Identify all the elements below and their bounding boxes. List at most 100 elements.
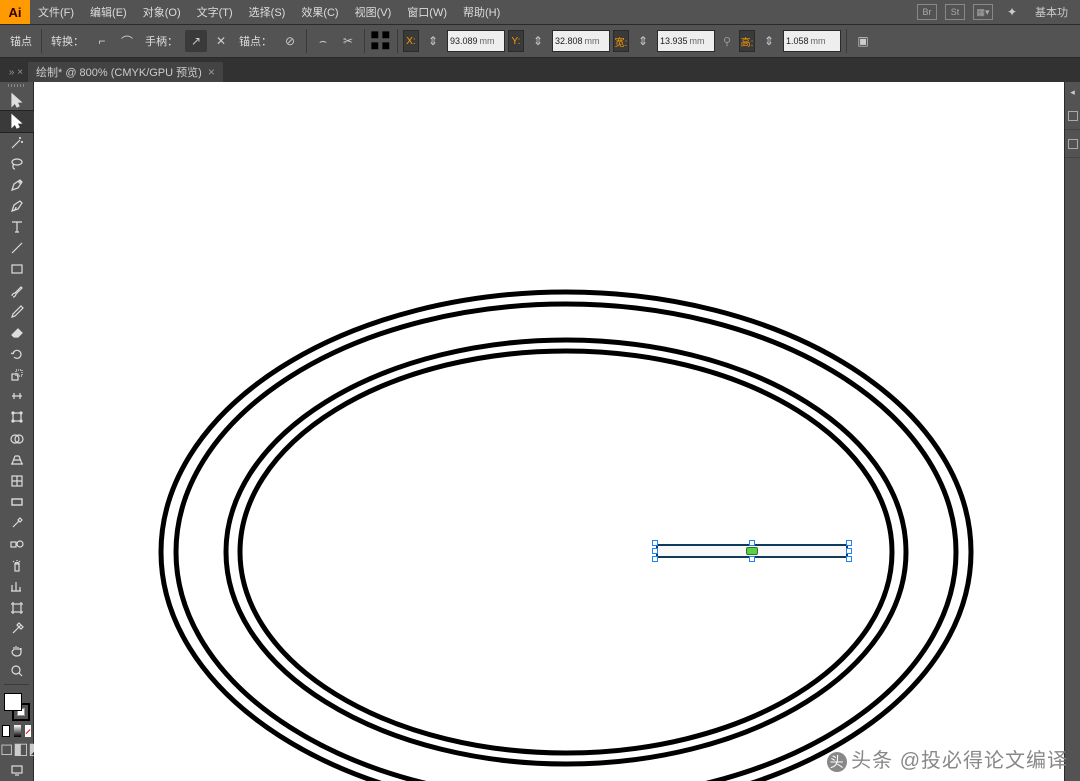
paintbrush-tool[interactable] (0, 280, 34, 301)
y-label: Y: (508, 30, 524, 52)
mesh-tool[interactable] (0, 470, 34, 491)
fill-swatch[interactable] (4, 693, 22, 711)
pencil-tool[interactable] (0, 301, 34, 322)
direct-selection-tool[interactable] (0, 111, 34, 132)
y-input[interactable]: 32.808mm (552, 30, 610, 52)
menu-view[interactable]: 视图(V) (347, 4, 400, 20)
convert-smooth-icon[interactable]: ⌒ (116, 30, 138, 52)
tab-title: 绘制* @ 800% (CMYK/GPU 预览) (36, 64, 202, 80)
anchor-mini-label: 锚点： (235, 33, 276, 49)
rectangle-tool[interactable] (0, 259, 34, 280)
draw-normal-icon[interactable]: ◻ (0, 739, 13, 760)
hide-handle-icon[interactable]: ✕ (210, 30, 232, 52)
remove-anchor-icon[interactable]: ⊘ (279, 30, 301, 52)
menu-window[interactable]: 窗口(W) (399, 4, 455, 20)
menu-bar: Ai 文件(F) 编辑(E) 对象(O) 文字(T) 选择(S) 效果(C) 视… (0, 0, 1080, 24)
menu-edit[interactable]: 编辑(E) (82, 4, 135, 20)
fill-stroke-swatch[interactable] (0, 691, 34, 724)
bridge-icon[interactable]: Br (917, 4, 937, 20)
handle-b[interactable] (749, 556, 755, 562)
free-transform-tool[interactable] (0, 407, 34, 428)
w-stepper[interactable]: ⇕ (632, 30, 654, 52)
dock-panel-1[interactable] (1065, 102, 1080, 130)
shape-builder-tool[interactable] (0, 428, 34, 449)
none-mode-icon[interactable] (25, 725, 31, 736)
pen-tool[interactable] (0, 174, 34, 195)
handle-tr[interactable] (846, 540, 852, 546)
h-input[interactable]: 1.058mm (783, 30, 841, 52)
width-tool[interactable] (0, 386, 34, 407)
handle-r[interactable] (846, 548, 852, 554)
cut-path-icon[interactable]: ✂ (337, 30, 359, 52)
dock-expand-icon[interactable] (1065, 82, 1080, 102)
isolate-icon[interactable]: ▣ (852, 30, 874, 52)
right-panel-dock[interactable] (1064, 82, 1080, 781)
symbol-sprayer-tool[interactable] (0, 555, 34, 576)
watermark: 头头条 @投必得论文编译 (827, 744, 1068, 773)
selection-center-icon[interactable] (746, 547, 758, 555)
menu-select[interactable]: 选择(S) (241, 4, 294, 20)
gradient-tool[interactable] (0, 491, 34, 512)
menu-file[interactable]: 文件(F) (30, 4, 82, 20)
eraser-tool[interactable] (0, 322, 34, 343)
anchor-point-label: 锚点 (6, 33, 36, 49)
handle-label: 手柄： (141, 33, 182, 49)
magic-wand-tool[interactable] (0, 132, 34, 153)
handle-br[interactable] (846, 556, 852, 562)
artboard-tool[interactable] (0, 597, 34, 618)
menu-object[interactable]: 对象(O) (135, 4, 189, 20)
curvature-tool[interactable] (0, 195, 34, 216)
type-tool[interactable] (0, 217, 34, 238)
tools-panel: ◻ ◧ ◩ (0, 82, 34, 781)
screen-mode-icon[interactable] (0, 760, 34, 781)
zoom-tool[interactable] (0, 660, 34, 681)
arrange-icon[interactable]: ▦▾ (973, 4, 993, 20)
menu-effect[interactable]: 效果(C) (293, 4, 346, 20)
menu-type[interactable]: 文字(T) (189, 4, 241, 20)
handle-bl[interactable] (652, 556, 658, 562)
selection-tool[interactable] (0, 90, 34, 111)
perspective-grid-tool[interactable] (0, 449, 34, 470)
draw-behind-icon[interactable]: ◧ (13, 739, 28, 760)
slice-tool[interactable] (0, 618, 34, 639)
workspace-switcher[interactable]: 基本功 (1031, 4, 1072, 20)
tab-cycle-icon[interactable]: » × (4, 62, 28, 82)
x-input[interactable]: 93.089mm (447, 30, 505, 52)
line-tool[interactable] (0, 238, 34, 259)
lasso-tool[interactable] (0, 153, 34, 174)
toolbar-grip[interactable] (0, 82, 33, 90)
w-label: 宽: (613, 30, 629, 52)
column-graph-tool[interactable] (0, 576, 34, 597)
handle-t[interactable] (749, 540, 755, 546)
gradient-mode-icon[interactable] (14, 725, 20, 736)
eyedropper-tool[interactable] (0, 513, 34, 534)
control-bar: 锚点 转换： ⌐ ⌒ 手柄： ↗ ✕ 锚点： ⊘ ⌢ ✂ X: ⇕ 93.089… (0, 24, 1080, 58)
menu-help[interactable]: 帮助(H) (455, 4, 508, 20)
convert-label: 转换： (47, 33, 88, 49)
link-wh-icon[interactable]: ⚲ (718, 30, 736, 52)
color-mode-icon[interactable] (2, 725, 10, 736)
rotate-tool[interactable] (0, 343, 34, 364)
selected-object[interactable] (656, 544, 848, 558)
y-stepper[interactable]: ⇕ (527, 30, 549, 52)
canvas[interactable] (34, 82, 1064, 781)
dock-panel-2[interactable] (1065, 130, 1080, 158)
handle-l[interactable] (652, 548, 658, 554)
document-tab-bar: » × 绘制* @ 800% (CMYK/GPU 预览) × (0, 58, 1080, 82)
gpu-icon[interactable]: ✦ (1001, 1, 1023, 23)
h-stepper[interactable]: ⇕ (758, 30, 780, 52)
align-grid-icon[interactable] (370, 30, 392, 52)
close-tab-icon[interactable]: × (208, 65, 215, 79)
handle-tl[interactable] (652, 540, 658, 546)
w-input[interactable]: 13.935mm (657, 30, 715, 52)
hand-tool[interactable] (0, 639, 34, 660)
convert-corner-icon[interactable]: ⌐ (91, 30, 113, 52)
stock-icon[interactable]: St (945, 4, 965, 20)
x-stepper[interactable]: ⇕ (422, 30, 444, 52)
scale-tool[interactable] (0, 365, 34, 386)
h-label: 高: (739, 30, 755, 52)
connect-path-icon[interactable]: ⌢ (312, 30, 334, 52)
show-handle-icon[interactable]: ↗ (185, 30, 207, 52)
blend-tool[interactable] (0, 534, 34, 555)
document-tab[interactable]: 绘制* @ 800% (CMYK/GPU 预览) × (28, 62, 223, 82)
